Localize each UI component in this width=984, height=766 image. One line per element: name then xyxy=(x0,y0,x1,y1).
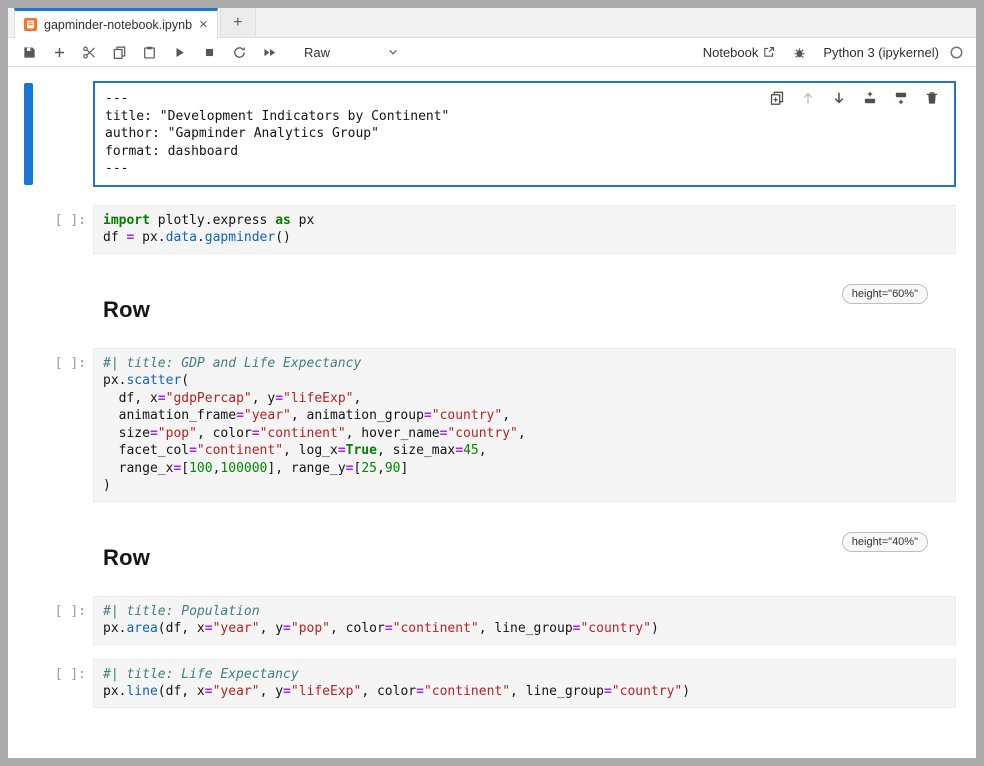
cell-source: #| title: Life Expectancy px.line(df, x=… xyxy=(103,666,946,701)
insert-above-cell-button[interactable] xyxy=(861,89,878,106)
cell-editor[interactable]: #| title: Population px.area(df, x="year… xyxy=(93,596,956,645)
fast-forward-button[interactable] xyxy=(254,40,284,65)
notebook-file-icon xyxy=(24,18,37,31)
code-cell: [ ]: import plotly.express as px df = px.… xyxy=(24,205,966,254)
window-frame: gapminder-notebook.ipynb × + Raw Noteboo… xyxy=(0,0,984,766)
cell-prompt xyxy=(33,81,93,187)
row-heading: Row xyxy=(103,545,946,571)
paste-button[interactable] xyxy=(134,40,164,65)
cell-editor[interactable]: --- title: "Development Indicators by Co… xyxy=(93,81,956,187)
cell-collapser[interactable] xyxy=(24,207,33,252)
run-icon xyxy=(172,45,187,60)
stop-icon xyxy=(202,45,217,60)
raw-cell: --- title: "Development Indicators by Co… xyxy=(24,81,966,187)
duplicate-cell-button[interactable] xyxy=(768,89,785,106)
notebook-panel-link[interactable]: Notebook xyxy=(703,45,759,60)
stop-button[interactable] xyxy=(194,40,224,65)
cell-prompt: [ ]: xyxy=(33,596,93,645)
kernel-name[interactable]: Python 3 (ipykernel) xyxy=(823,45,939,60)
cell-collapser[interactable] xyxy=(24,286,33,328)
close-icon[interactable]: × xyxy=(199,17,208,32)
tab-gapminder-notebook[interactable]: gapminder-notebook.ipynb × xyxy=(14,8,218,38)
notebook-toolbar: Raw Notebook Python 3 (ipykernel) xyxy=(8,38,976,67)
insert-below-cell-button[interactable] xyxy=(892,89,909,106)
open-in-new-icon[interactable] xyxy=(762,45,776,59)
tab-title: gapminder-notebook.ipynb xyxy=(44,18,192,32)
cell-source: import plotly.express as px df = px.data… xyxy=(103,212,946,247)
markdown-cell: Rowheight="40%" xyxy=(24,532,966,578)
delete-cell-button[interactable] xyxy=(923,89,940,106)
cell-editor[interactable]: import plotly.express as px df = px.data… xyxy=(93,205,956,254)
run-button[interactable] xyxy=(164,40,194,65)
add-icon xyxy=(52,45,67,60)
toolbar-right: Notebook Python 3 (ipykernel) xyxy=(703,45,964,60)
notebook-content: --- title: "Development Indicators by Co… xyxy=(8,67,976,758)
copy-icon xyxy=(112,45,127,60)
code-cell: [ ]: #| title: Life Expectancy px.line(df… xyxy=(24,659,966,708)
markdown-cell: Rowheight="60%" xyxy=(24,284,966,330)
cell-type-dropdown[interactable]: Raw xyxy=(298,45,406,60)
new-tab-button[interactable]: + xyxy=(220,8,256,37)
add-button[interactable] xyxy=(44,40,74,65)
move-up-cell-button xyxy=(799,89,816,106)
toolbar-buttons xyxy=(14,40,284,65)
jupyterlab-window: gapminder-notebook.ipynb × + Raw Noteboo… xyxy=(8,8,976,758)
restart-button[interactable] xyxy=(224,40,254,65)
paste-icon xyxy=(142,45,157,60)
cut-icon xyxy=(82,45,97,60)
cell-collapser[interactable] xyxy=(24,83,33,185)
save-button[interactable] xyxy=(14,40,44,65)
height-attribute-badge: height="60%" xyxy=(842,284,928,304)
code-cell: [ ]:#| title: GDP and Life Expectancy px… xyxy=(24,348,966,502)
save-icon xyxy=(22,45,37,60)
debugger-bug-icon[interactable] xyxy=(792,45,807,60)
markdown-rendered[interactable]: Rowheight="40%" xyxy=(93,532,956,578)
cell-collapser[interactable] xyxy=(24,661,33,706)
cell-collapser[interactable] xyxy=(24,350,33,500)
move-down-cell-button[interactable] xyxy=(830,89,847,106)
copy-button[interactable] xyxy=(104,40,134,65)
kernel-status-icon[interactable] xyxy=(949,45,964,60)
cell-source: #| title: Population px.area(df, x="year… xyxy=(103,603,946,638)
cell-prompt: [ ]: xyxy=(33,205,93,254)
chevron-down-icon xyxy=(386,45,400,59)
cell-type-value: Raw xyxy=(304,45,330,60)
cell-collapser[interactable] xyxy=(24,598,33,643)
cell-toolbar xyxy=(768,89,940,106)
cell-collapser[interactable] xyxy=(24,534,33,576)
cell-prompt xyxy=(33,532,93,578)
markdown-rendered[interactable]: Rowheight="60%" xyxy=(93,284,956,330)
code-cell: [ ]: #| title: Population px.area(df, x="… xyxy=(24,596,966,645)
restart-icon xyxy=(232,45,247,60)
cell-prompt: [ ]: xyxy=(33,659,93,708)
height-attribute-badge: height="40%" xyxy=(842,532,928,552)
cell-editor[interactable]: #| title: GDP and Life Expectancy px.sca… xyxy=(93,348,956,502)
cell-editor[interactable]: #| title: Life Expectancy px.line(df, x=… xyxy=(93,659,956,708)
cell-source: #| title: GDP and Life Expectancy px.sca… xyxy=(103,355,946,495)
cell-prompt xyxy=(33,284,93,330)
cell-prompt: [ ]: xyxy=(33,348,93,502)
fast-forward-icon xyxy=(262,45,277,60)
tab-bar: gapminder-notebook.ipynb × + xyxy=(8,8,976,38)
row-heading: Row xyxy=(103,297,946,323)
cut-button[interactable] xyxy=(74,40,104,65)
